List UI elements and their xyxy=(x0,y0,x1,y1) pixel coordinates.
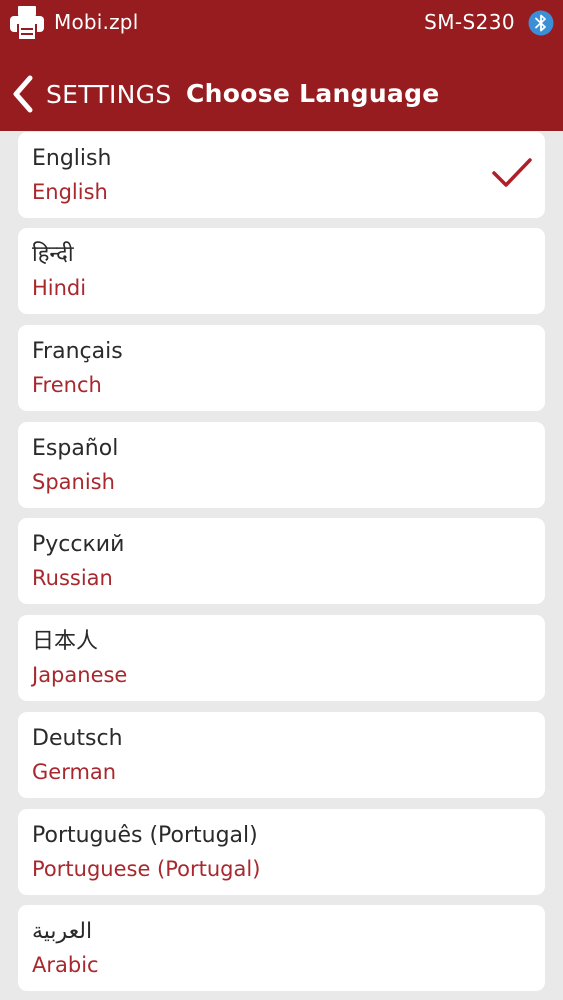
language-english-name: Spanish xyxy=(32,470,115,494)
language-item-arabic[interactable]: العربية Arabic xyxy=(18,905,545,991)
language-native-name: हिन्दी xyxy=(32,242,74,267)
language-item-hindi[interactable]: हिन्दी Hindi xyxy=(18,228,545,314)
language-english-name: French xyxy=(32,373,102,397)
checkmark-icon xyxy=(491,156,533,190)
language-item-russian[interactable]: Русский Russian xyxy=(18,518,545,604)
language-item-german[interactable]: Deutsch German xyxy=(18,712,545,798)
language-english-name: English xyxy=(32,180,108,204)
app-header: Mobi.zpl SM-S230 SETTINGS Choose Languag… xyxy=(0,0,563,131)
back-button[interactable]: SETTINGS xyxy=(10,72,171,116)
status-bar: Mobi.zpl SM-S230 xyxy=(0,0,563,46)
language-native-name: Français xyxy=(32,339,123,364)
language-item-spanish[interactable]: Español Spanish xyxy=(18,422,545,508)
language-native-name: العربية xyxy=(32,919,93,944)
language-item-french[interactable]: Français French xyxy=(18,325,545,411)
bluetooth-icon xyxy=(528,10,554,36)
language-english-name: German xyxy=(32,760,117,784)
language-native-name: Deutsch xyxy=(32,726,123,751)
language-list: English English हिन्दी Hindi Français Fr… xyxy=(0,131,563,1000)
navigation-bar: SETTINGS Choose Language xyxy=(0,62,563,126)
language-native-name: English xyxy=(32,146,112,171)
file-name: Mobi.zpl xyxy=(54,10,139,34)
back-label: SETTINGS xyxy=(46,79,172,109)
page-title: Choose Language xyxy=(186,79,440,108)
device-name: SM-S230 xyxy=(424,10,515,34)
language-native-name: Español xyxy=(32,436,119,461)
language-native-name: Português (Portugal) xyxy=(32,823,258,848)
language-english-name: Portuguese (Portugal) xyxy=(32,857,261,881)
language-native-name: 日本人 xyxy=(32,629,99,654)
chevron-left-icon xyxy=(10,74,36,114)
language-item-japanese[interactable]: 日本人 Japanese xyxy=(18,615,545,701)
language-english-name: Arabic xyxy=(32,953,99,977)
language-english-name: Hindi xyxy=(32,276,87,300)
language-item-portuguese[interactable]: Português (Portugal) Portuguese (Portuga… xyxy=(18,809,545,895)
language-english-name: Japanese xyxy=(32,663,128,687)
printer-icon[interactable] xyxy=(8,4,46,42)
language-english-name: Russian xyxy=(32,566,113,590)
language-native-name: Русский xyxy=(32,532,125,557)
language-item-english[interactable]: English English xyxy=(18,132,545,218)
